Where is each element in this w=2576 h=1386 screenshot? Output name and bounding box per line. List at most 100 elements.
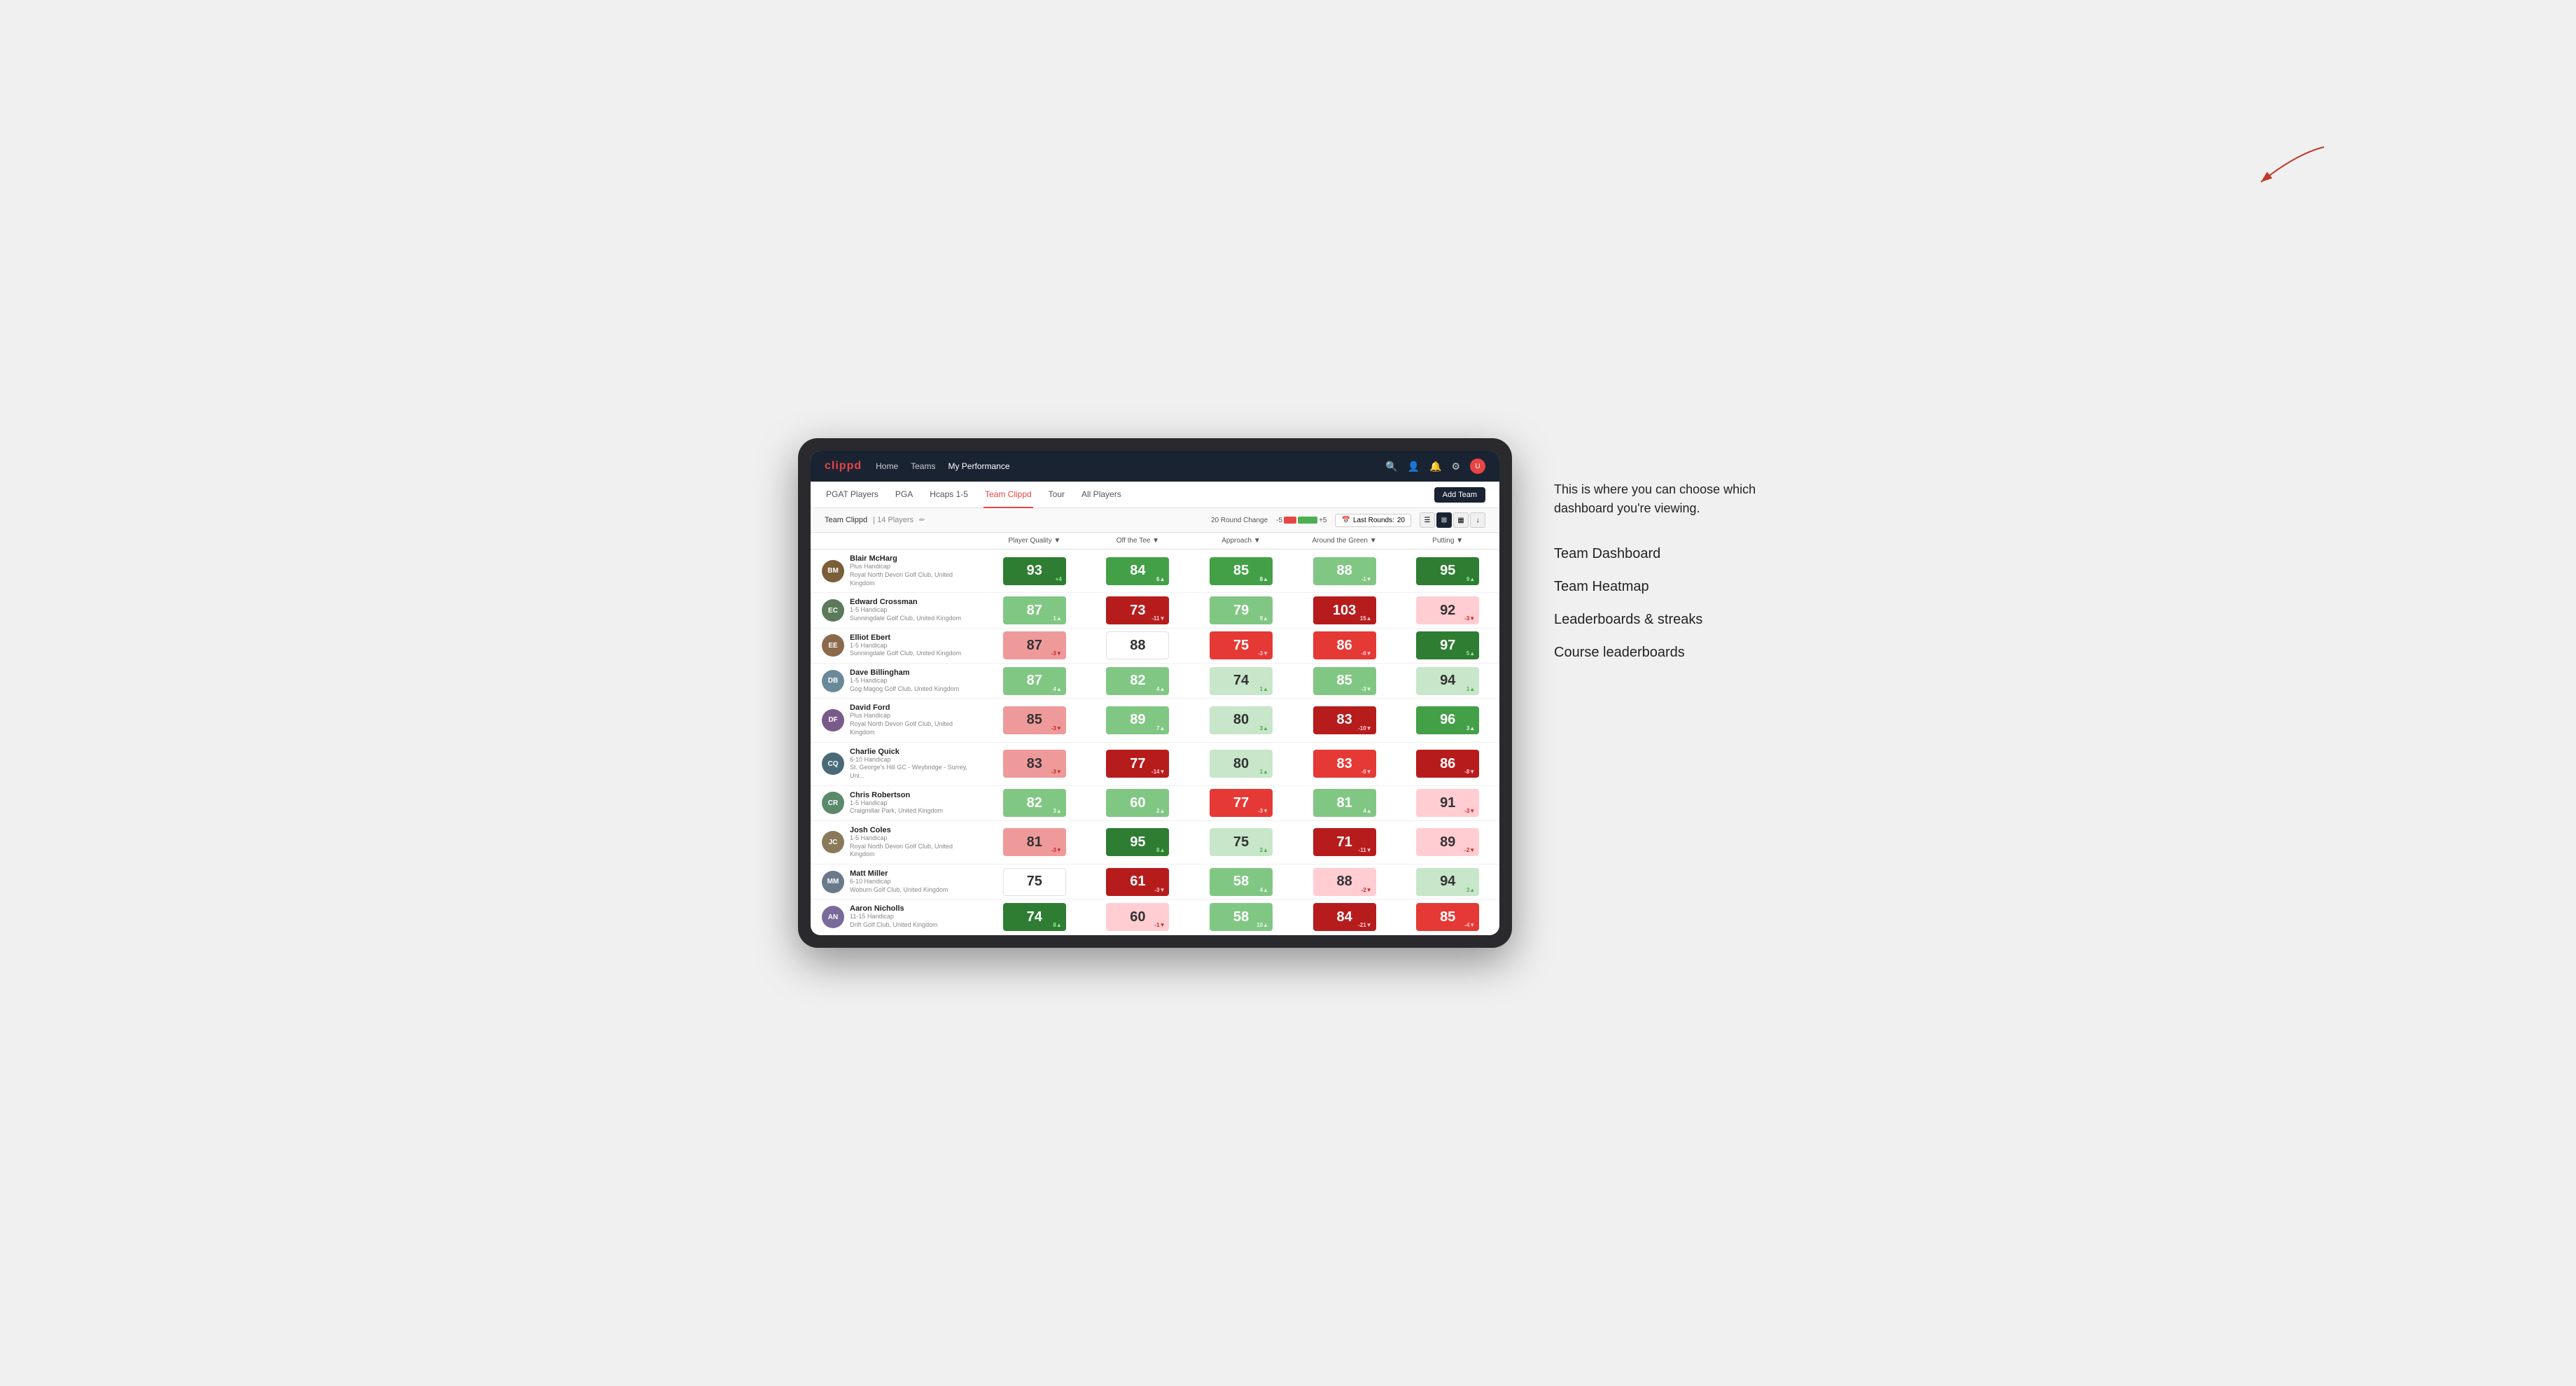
score-cell-around_green-6[interactable]: 81 4▲ [1293,785,1396,820]
last-rounds-button[interactable]: 📅 Last Rounds: 20 [1335,514,1411,527]
download-button[interactable]: ↓ [1470,512,1485,528]
nav-my-performance[interactable]: My Performance [948,461,1009,471]
score-box-putting-9: 85 -4▼ [1416,903,1479,931]
score-cell-around_green-0[interactable]: 88 -1▼ [1293,550,1396,593]
player-cell-8[interactable]: MM Matt Miller 6-10 Handicap Woburn Golf… [816,867,981,897]
player-cell-7[interactable]: JC Josh Coles 1-5 Handicap Royal North D… [816,823,981,862]
score-cell-off_tee-9[interactable]: 60 -1▼ [1086,899,1190,934]
score-cell-putting-6[interactable]: 91 -3▼ [1396,785,1499,820]
list-view-button[interactable]: ☰ [1420,512,1435,528]
score-cell-player_quality-1[interactable]: 87 1▲ [983,593,1086,628]
score-cell-off_tee-3[interactable]: 82 4▲ [1086,664,1190,699]
score-cell-player_quality-3[interactable]: 87 4▲ [983,664,1086,699]
player-avatar-4: DF [822,709,844,732]
player-cell-5[interactable]: CQ Charlie Quick 6-10 Handicap St. Georg… [816,745,981,783]
subnav-pgat[interactable]: PGAT Players [825,482,880,508]
score-cell-approach-0[interactable]: 85 8▲ [1189,550,1293,593]
bell-icon[interactable]: 🔔 [1429,461,1441,472]
score-cell-putting-7[interactable]: 89 -2▼ [1396,820,1499,864]
grid-view-button[interactable]: ⊞ [1436,512,1452,528]
score-cell-player_quality-8[interactable]: 75 [983,864,1086,899]
player-avatar-7: JC [822,831,844,853]
score-cell-approach-9[interactable]: 58 10▲ [1189,899,1293,934]
score-cell-approach-6[interactable]: 77 -3▼ [1189,785,1293,820]
score-box-around_green-4: 83 -10▼ [1313,706,1376,734]
player-name-5: Charlie Quick [850,748,976,756]
player-cell-6[interactable]: CR Chris Robertson 1-5 Handicap Craigmil… [816,788,981,818]
score-cell-player_quality-0[interactable]: 93 +4 [983,550,1086,593]
score-cell-player_quality-6[interactable]: 82 3▲ [983,785,1086,820]
score-cell-player_quality-9[interactable]: 74 8▲ [983,899,1086,934]
score-cell-around_green-9[interactable]: 84 -21▼ [1293,899,1396,934]
score-cell-putting-9[interactable]: 85 -4▼ [1396,899,1499,934]
score-cell-around_green-4[interactable]: 83 -10▼ [1293,699,1396,742]
nav-home[interactable]: Home [876,461,898,471]
score-cell-approach-5[interactable]: 80 1▲ [1189,742,1293,785]
player-cell-2[interactable]: EE Elliot Ebert 1-5 Handicap Sunningdale… [816,631,981,661]
score-cell-off_tee-6[interactable]: 60 2▲ [1086,785,1190,820]
score-cell-off_tee-5[interactable]: 77 -14▼ [1086,742,1190,785]
col-header-off-tee[interactable]: Off the Tee ▼ [1086,533,1190,550]
col-header-around-green[interactable]: Around the Green ▼ [1293,533,1396,550]
score-box-approach-7: 75 2▲ [1210,828,1273,856]
score-cell-off_tee-4[interactable]: 89 7▲ [1086,699,1190,742]
score-cell-around_green-1[interactable]: 103 15▲ [1293,593,1396,628]
add-team-button[interactable]: Add Team [1434,487,1485,503]
score-cell-approach-8[interactable]: 58 4▲ [1189,864,1293,899]
score-cell-off_tee-7[interactable]: 95 8▲ [1086,820,1190,864]
score-cell-putting-8[interactable]: 94 3▲ [1396,864,1499,899]
score-cell-around_green-8[interactable]: 88 -2▼ [1293,864,1396,899]
score-cell-off_tee-1[interactable]: 73 -11▼ [1086,593,1190,628]
score-cell-off_tee-0[interactable]: 84 6▲ [1086,550,1190,593]
player-cell-0[interactable]: BM Blair McHarg Plus Handicap Royal Nort… [816,552,981,590]
score-cell-player_quality-4[interactable]: 85 -3▼ [983,699,1086,742]
heatmap-view-button[interactable]: ▦ [1453,512,1469,528]
score-cell-putting-2[interactable]: 97 5▲ [1396,628,1499,663]
subnav-team-clippd[interactable]: Team Clippd [983,482,1033,508]
score-cell-player_quality-5[interactable]: 83 -3▼ [983,742,1086,785]
score-box-putting-4: 96 3▲ [1416,706,1479,734]
score-cell-approach-2[interactable]: 75 -3▼ [1189,628,1293,663]
settings-icon[interactable]: ⚙ [1451,461,1460,472]
player-cell-9[interactable]: AN Aaron Nicholls 11-15 Handicap Drift G… [816,902,981,932]
score-box-putting-2: 97 5▲ [1416,631,1479,659]
score-cell-putting-3[interactable]: 94 1▲ [1396,664,1499,699]
sub-nav: PGAT Players PGA Hcaps 1-5 Team Clippd T… [811,482,1499,508]
score-cell-putting-0[interactable]: 95 9▲ [1396,550,1499,593]
score-cell-putting-5[interactable]: 86 -8▼ [1396,742,1499,785]
score-cell-approach-4[interactable]: 80 3▲ [1189,699,1293,742]
score-cell-around_green-5[interactable]: 83 -6▼ [1293,742,1396,785]
col-header-player[interactable] [811,533,983,550]
score-cell-around_green-7[interactable]: 71 -11▼ [1293,820,1396,864]
score-cell-player_quality-2[interactable]: 87 -3▼ [983,628,1086,663]
edit-icon[interactable]: ✏ [919,517,925,524]
search-icon[interactable]: 🔍 [1385,461,1397,472]
col-header-player-quality[interactable]: Player Quality ▼ [983,533,1086,550]
player-cell-1[interactable]: EC Edward Crossman 1-5 Handicap Sunningd… [816,595,981,625]
score-cell-off_tee-8[interactable]: 61 -3▼ [1086,864,1190,899]
score-change-around_green-4: -10▼ [1358,725,1371,732]
score-cell-approach-3[interactable]: 74 1▲ [1189,664,1293,699]
col-header-putting[interactable]: Putting ▼ [1396,533,1499,550]
score-cell-around_green-2[interactable]: 86 -6▼ [1293,628,1396,663]
score-cell-player_quality-7[interactable]: 81 -3▼ [983,820,1086,864]
score-cell-around_green-3[interactable]: 85 -3▼ [1293,664,1396,699]
subnav-hcaps[interactable]: Hcaps 1-5 [928,482,969,508]
player-cell-4[interactable]: DF David Ford Plus Handicap Royal North … [816,701,981,739]
player-handicap-8: 6-10 Handicap [850,878,948,886]
user-icon[interactable]: 👤 [1408,461,1420,472]
col-header-approach[interactable]: Approach ▼ [1189,533,1293,550]
player-cell-3[interactable]: DB Dave Billingham 1-5 Handicap Gog Mago… [816,666,981,696]
score-cell-off_tee-2[interactable]: 88 [1086,628,1190,663]
score-cell-approach-1[interactable]: 79 9▲ [1189,593,1293,628]
avatar-icon[interactable]: U [1470,458,1485,474]
nav-teams[interactable]: Teams [911,461,935,471]
score-cell-putting-4[interactable]: 96 3▲ [1396,699,1499,742]
subnav-pga[interactable]: PGA [894,482,914,508]
score-cell-approach-7[interactable]: 75 2▲ [1189,820,1293,864]
score-cell-putting-1[interactable]: 92 -3▼ [1396,593,1499,628]
team-header-right: 20 Round Change -5 +5 📅 Last Rounds: 20 … [1211,512,1485,528]
subnav-tour[interactable]: Tour [1047,482,1066,508]
score-box-around_green-2: 86 -6▼ [1313,631,1376,659]
subnav-all-players[interactable]: All Players [1080,482,1123,508]
